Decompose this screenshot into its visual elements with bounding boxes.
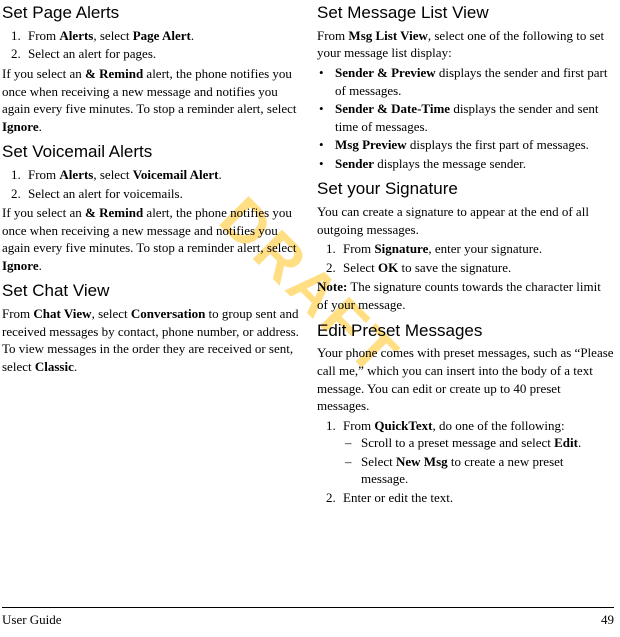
heading-voicemail-alerts: Set Voicemail Alerts (2, 141, 299, 164)
list-item: Enter or edit the text. (339, 489, 614, 507)
page-footer: User Guide 49 (2, 607, 614, 629)
msg-list-options: Sender & Preview displays the sender and… (317, 64, 614, 172)
list-item: From QuickText, do one of the following:… (339, 417, 614, 488)
heading-page-alerts: Set Page Alerts (2, 2, 299, 25)
list-item: Scroll to a preset message and select Ed… (343, 434, 614, 452)
heading-preset-messages: Edit Preset Messages (317, 320, 614, 343)
list-item: Msg Preview displays the first part of m… (317, 136, 614, 154)
list-item: From Alerts, select Page Alert. (24, 27, 299, 45)
heading-msg-list-view: Set Message List View (317, 2, 614, 25)
left-column: Set Page Alerts From Alerts, select Page… (2, 2, 299, 508)
preset-steps: From QuickText, do one of the following:… (317, 417, 614, 507)
page-alerts-steps: From Alerts, select Page Alert. Select a… (2, 27, 299, 63)
list-item: Select an alert for pages. (24, 45, 299, 63)
signature-steps: From Signature, enter your signature. Se… (317, 240, 614, 276)
chat-view-para: From Chat View, select Conversation to g… (2, 305, 299, 375)
signature-intro: You can create a signature to appear at … (317, 203, 614, 238)
signature-note: Note: The signature counts towards the c… (317, 278, 614, 313)
list-item: Sender & Preview displays the sender and… (317, 64, 614, 99)
list-item: Sender displays the message sender. (317, 155, 614, 173)
list-item: Select New Msg to create a new preset me… (343, 453, 614, 488)
page-alerts-note: If you select an & Remind alert, the pho… (2, 65, 299, 135)
list-item: Select an alert for voicemails. (24, 185, 299, 203)
heading-signature: Set your Signature (317, 178, 614, 201)
list-item: From Alerts, select Voicemail Alert. (24, 166, 299, 184)
list-item: Select OK to save the signature. (339, 259, 614, 277)
page-number: 49 (601, 611, 614, 629)
preset-substeps: Scroll to a preset message and select Ed… (343, 434, 614, 488)
right-column: Set Message List View From Msg List View… (317, 2, 614, 508)
list-item: From Signature, enter your signature. (339, 240, 614, 258)
list-item: Sender & Date-Time displays the sender a… (317, 100, 614, 135)
page-content: Set Page Alerts From Alerts, select Page… (0, 0, 620, 508)
heading-chat-view: Set Chat View (2, 280, 299, 303)
msg-list-intro: From Msg List View, select one of the fo… (317, 27, 614, 62)
voicemail-alerts-steps: From Alerts, select Voicemail Alert. Sel… (2, 166, 299, 202)
footer-title: User Guide (2, 611, 62, 629)
voicemail-alerts-note: If you select an & Remind alert, the pho… (2, 204, 299, 274)
preset-intro: Your phone comes with preset messages, s… (317, 344, 614, 414)
